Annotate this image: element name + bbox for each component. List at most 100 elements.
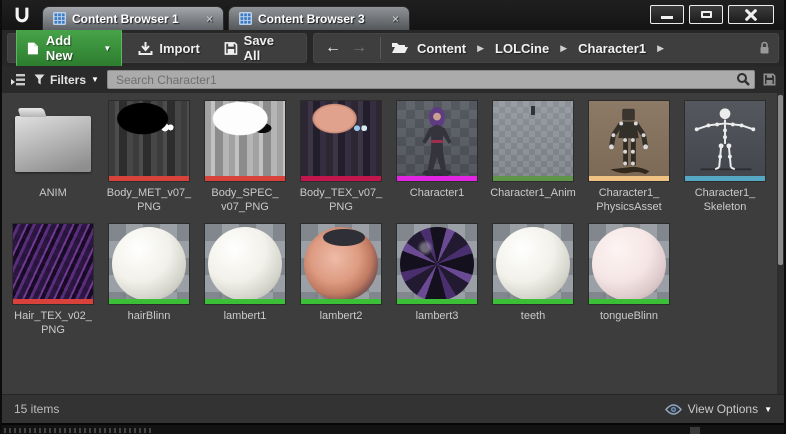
asset-type-color-bar [493,176,573,181]
filter-funnel-icon [34,74,45,85]
tab-label: Content Browser 1 [72,11,179,26]
asset-tile[interactable]: Body_​TEX_​v07_​PNG [296,100,386,214]
content-browser-tab-icon [239,12,252,25]
asset-type-color-bar [109,176,189,181]
asset-tile[interactable]: Character1_​PhysicsAsset [584,100,674,214]
asset-tile[interactable]: Body_​SPEC_​v07_​PNG [200,100,290,214]
vertical-scrollbar[interactable] [777,93,784,394]
asset-label: Body_​MET_​v07_​PNG [106,187,192,213]
open-folder-icon [392,43,408,53]
asset-tile[interactable]: hairBlinn [104,223,194,337]
asset-label: Character1_​Anim [490,187,576,199]
asset-actions-panel: Add New ▼ Import Save All [7,28,307,68]
view-options-button[interactable]: View Options ▼ [664,402,772,416]
asset-type-color-bar [685,176,765,181]
asset-thumbnail [588,223,670,305]
tab-content-browser-3[interactable]: Content Browser 3 × [228,6,410,30]
save-all-label: Save All [243,33,275,63]
search-box [106,70,755,89]
asset-tile[interactable]: Character1_​Anim [488,100,578,214]
navigation-panel: ← → Content ▶ LOLCine ▶ Character1 ▶ [313,33,779,63]
content-browser-tab-icon [53,12,66,25]
asset-grid: ANIM Body_​MET_​v07_​PNG Body_​SPEC_​v07_​… [2,93,784,337]
asset-tile[interactable]: Character1 [392,100,482,214]
physics-figure [609,108,650,175]
chevron-down-icon: ▼ [764,404,772,414]
asset-label: lambert1 [223,310,267,322]
minimize-icon [661,16,673,19]
asset-thumbnail [396,100,478,182]
tab-close-icon[interactable]: × [390,12,401,26]
divider [380,37,381,59]
tab-content-browser-1[interactable]: Content Browser 1 × [42,6,224,30]
asset-type-color-bar [301,176,381,181]
asset-thumbnail [300,100,382,182]
asset-thumbnail [108,223,190,305]
maximize-button[interactable] [689,5,723,24]
back-button[interactable]: ← [322,40,344,56]
lock-icon[interactable] [759,41,770,55]
asset-label: Hair_​TEX_​v02_​PNG [14,310,92,336]
minimize-button[interactable] [650,5,684,24]
asset-tile[interactable]: lambert2 [296,223,386,337]
asset-tile[interactable]: teeth [488,223,578,337]
asset-type-color-bar [397,299,477,304]
search-icon [737,73,750,86]
tab-close-icon[interactable]: × [204,12,215,26]
save-icon [224,41,238,55]
eye-icon [664,403,682,415]
asset-type-color-bar [397,176,477,181]
scrollbar-thumb[interactable] [778,95,783,265]
breadcrumb-content[interactable]: Content [413,41,470,56]
background-window-fragment [4,428,154,433]
asset-label: Character1_​PhysicsAsset [596,187,662,213]
add-new-button[interactable]: Add New ▼ [16,28,123,68]
save-search-icon[interactable] [763,73,776,86]
status-bar: 15 items View Options ▼ [2,394,784,423]
asset-type-color-bar [13,299,93,304]
breadcrumb-character1[interactable]: Character1 [574,41,650,56]
asset-label: tongueBlinn [599,310,659,322]
title-bar: Content Browser 1 × Content Browser 3 × [2,0,784,30]
asset-type-color-bar [109,299,189,304]
asset-tile[interactable]: ANIM [8,100,98,214]
toolbar: Add New ▼ Import Save All ← → Content ▶ … [2,28,784,68]
asset-label: Character1_​Skeleton [694,187,756,213]
asset-label: Body_​TEX_​v07_​PNG [299,187,383,213]
breadcrumb-arrow-icon[interactable]: ▶ [654,43,667,54]
filters-button[interactable]: Filters ▼ [34,73,99,87]
import-icon [138,41,153,55]
forward-button[interactable]: → [348,40,370,56]
view-options-label: View Options [687,402,759,416]
asset-thumbnail [12,223,94,305]
filter-bar: Filters ▼ [2,66,784,93]
asset-tile[interactable]: Body_​MET_​v07_​PNG [104,100,194,214]
background-window-edge [2,423,784,434]
asset-tile[interactable]: Character1_​Skeleton [680,100,770,214]
asset-thumbnail [204,223,286,305]
close-button[interactable] [728,5,774,24]
asset-tile[interactable]: lambert3 [392,223,482,337]
items-count: 15 items [14,402,60,416]
breadcrumb-lolcine[interactable]: LOLCine [491,41,553,56]
asset-type-color-bar [205,176,285,181]
search-input[interactable] [106,70,755,89]
asset-tile[interactable]: tongueBlinn [584,223,674,337]
asset-thumbnail [492,100,574,182]
asset-tile[interactable]: Hair_​TEX_​v02_​PNG [8,223,98,337]
asset-label: hairBlinn [127,310,171,322]
asset-tile[interactable]: lambert1 [200,223,290,337]
import-button[interactable]: Import [130,37,207,60]
import-label: Import [159,40,200,56]
asset-thumbnail [300,223,382,305]
asset-type-color-bar [301,299,381,304]
asset-label: lambert2 [319,310,363,322]
content-browser-window: Content Browser 1 × Content Browser 3 × [0,0,786,434]
character-figure [422,106,452,178]
save-all-button[interactable]: Save All [216,29,298,67]
chevron-down-icon: ▼ [91,75,99,84]
background-window-fragment [690,427,700,434]
asset-label: Body_​SPEC_​v07_​PNG [211,187,279,213]
sources-panel-toggle-icon[interactable] [10,73,26,87]
unreal-engine-logo-icon [2,0,42,30]
